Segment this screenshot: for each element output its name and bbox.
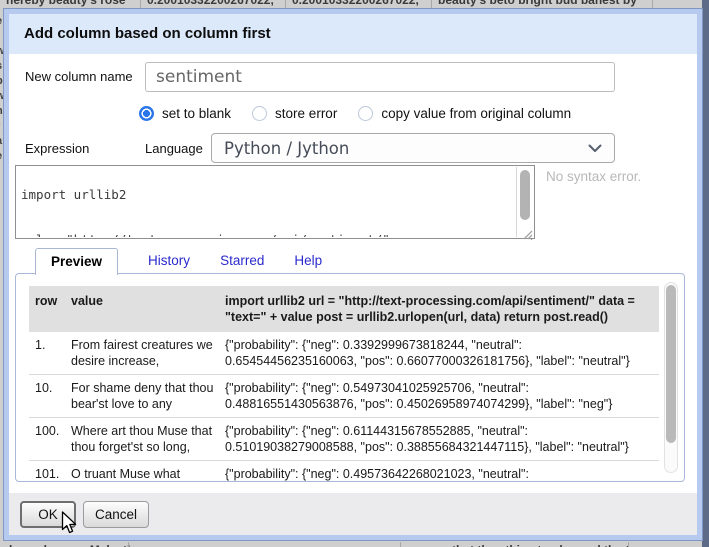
row-result-cell: {"probability": {"neg": 0.33929996738182… [225, 337, 651, 369]
radio-unselected-icon[interactable] [358, 106, 373, 121]
background-cell: 0.20010332200267022, [292, 0, 419, 7]
column-divider [128, 542, 129, 547]
background-right-scroll-strip [702, 0, 709, 547]
editor-scrollbar-track [516, 167, 517, 237]
language-select-value: Python / Jython [224, 139, 349, 158]
expression-code[interactable]: import urllib2 url = "http://text-proces… [17, 167, 516, 237]
table-row: 100. Where art thou Muse that thou forge… [29, 418, 659, 461]
row-result-cell: {"probability": {"neg": 0.54973041025925… [225, 380, 651, 412]
screen: hereby beauty's rose 0.20010332200267022… [0, 0, 709, 547]
table-row: 1. From fairest creatures we desire incr… [29, 332, 659, 375]
code-line: url = "http://text-processing.com/api/se… [21, 232, 516, 237]
new-column-name-label: New column name [25, 69, 133, 84]
background-table-top-row: hereby beauty's rose 0.20010332200267022… [0, 0, 702, 8]
row-number-cell: 100. [35, 423, 71, 455]
row-value-cell: O truant Muse what [71, 466, 217, 482]
dialog-header: Add column based on column first [9, 14, 697, 54]
tab-starred[interactable]: Starred [220, 248, 264, 274]
header-expression-cell: import urllib2 url = "http://text-proces… [225, 293, 651, 325]
row-number-cell: 10. [35, 380, 71, 412]
syntax-status: No syntax error. [546, 169, 641, 184]
column-divider [140, 0, 141, 8]
column-divider [628, 542, 629, 547]
on-error-radio-group: set to blank store error copy value from… [139, 106, 585, 121]
row-result-cell: {"probability": {"neg": 0.49573642268021… [225, 466, 651, 482]
background-cell: hereby beauty's rose [6, 0, 126, 7]
radio-unselected-icon[interactable] [252, 106, 267, 121]
radio-selected-icon[interactable] [139, 106, 154, 121]
tab-preview[interactable]: Preview [35, 248, 118, 275]
expression-label: Expression [25, 141, 89, 156]
row-value-cell: Where art thou Muse that thou forget'st … [71, 423, 217, 455]
add-column-dialog: Add column based on column first New col… [3, 8, 703, 541]
new-column-name-input[interactable] [145, 62, 615, 92]
radio-copy-value[interactable]: copy value from original column [358, 106, 571, 121]
row-number-cell: 101. [35, 466, 71, 482]
tab-bar: Preview History Starred Help [35, 248, 322, 274]
column-divider [431, 0, 432, 8]
row-number-cell: 1. [35, 337, 71, 369]
preview-scrollbar-track[interactable] [664, 282, 678, 473]
column-divider [400, 542, 401, 547]
tab-history[interactable]: History [148, 248, 190, 274]
chevron-down-icon [588, 144, 602, 153]
radio-store-error[interactable]: store error [252, 106, 337, 121]
mouse-cursor-icon [61, 511, 79, 540]
background-cell: beauty's beto bright bud banest by [438, 0, 637, 7]
radio-set-to-blank[interactable]: set to blank [139, 106, 231, 121]
row-value-cell: For shame deny that thou bear'st love to… [71, 380, 217, 412]
editor-scrollbar-thumb[interactable] [520, 170, 530, 220]
row-result-cell: {"probability": {"neg": 0.61144315678552… [225, 423, 651, 455]
preview-scrollbar-thumb[interactable] [666, 285, 676, 443]
row-value-cell: From fairest creatures we desire increas… [71, 337, 217, 369]
header-value-cell: value [71, 293, 217, 325]
code-line: import urllib2 [21, 187, 516, 202]
dialog-footer: OK Cancel [9, 493, 697, 535]
dialog-title: Add column based on column first [24, 25, 271, 42]
preview-table-header: row value import urllib2 url = "http://t… [29, 286, 659, 332]
background-table-bottom-row: deaned prove. Make thee that thee thine … [0, 542, 702, 547]
cancel-button[interactable]: Cancel [83, 501, 149, 528]
background-cell: 0.20010332200267022, [147, 0, 274, 7]
preview-panel: row value import urllib2 url = "http://t… [15, 273, 685, 482]
table-row: 10. For shame deny that thou bear'st lov… [29, 375, 659, 418]
language-select[interactable]: Python / Jython [211, 133, 615, 163]
background-cell: that thee thine too honord thy to [452, 543, 637, 547]
resize-grip-icon[interactable] [523, 227, 533, 237]
header-row-cell: row [35, 293, 71, 325]
radio-label: store error [275, 106, 337, 121]
table-row: 101. O truant Muse what {"probability": … [29, 461, 659, 482]
tab-help[interactable]: Help [294, 248, 322, 274]
expression-editor[interactable]: import urllib2 url = "http://text-proces… [15, 165, 535, 239]
radio-label: set to blank [162, 106, 231, 121]
column-divider [285, 0, 286, 8]
radio-label: copy value from original column [381, 106, 571, 121]
column-divider [652, 0, 653, 8]
background-cell: deaned prove. Make thee [5, 543, 148, 547]
dialog-content: Add column based on column first New col… [9, 14, 697, 535]
language-label: Language [145, 141, 203, 156]
preview-table: row value import urllib2 url = "http://t… [29, 286, 659, 482]
